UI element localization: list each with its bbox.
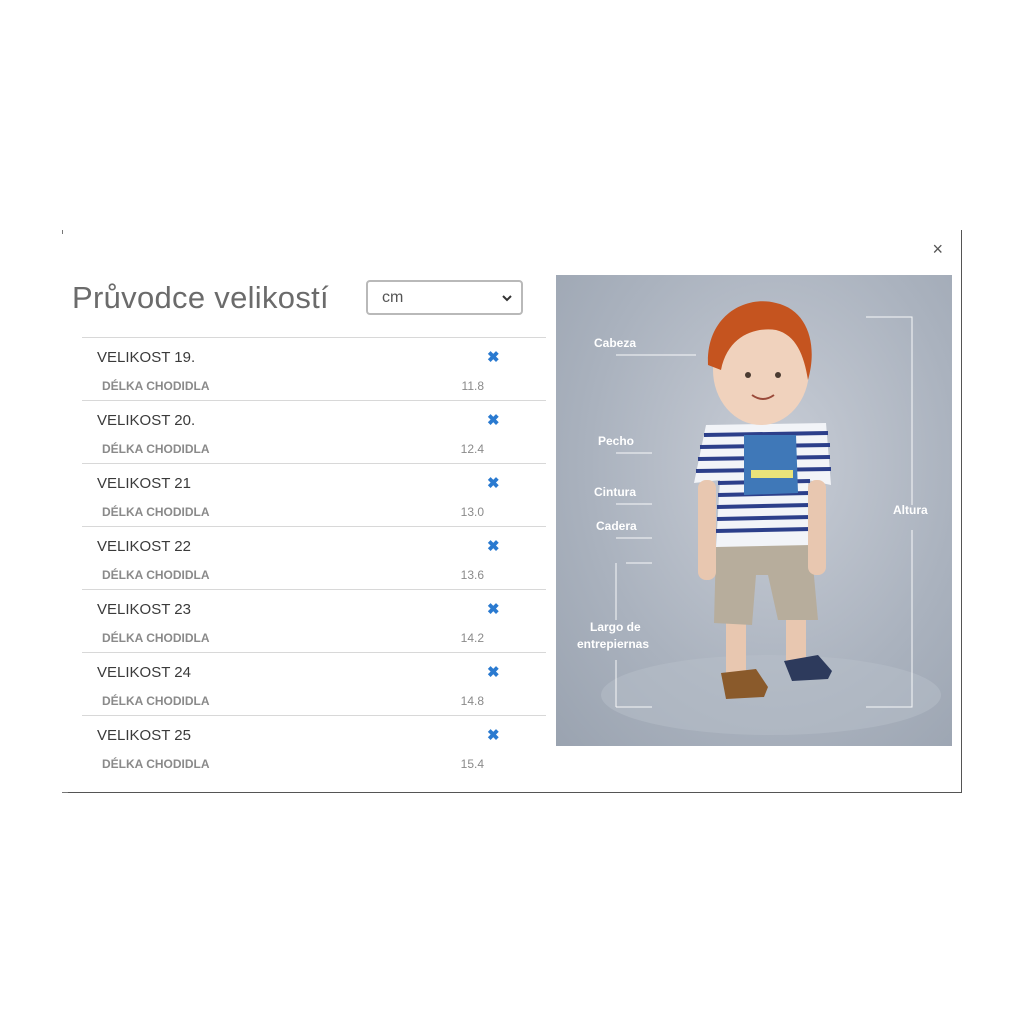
remove-icon[interactable]: ✖ (487, 413, 500, 429)
remove-icon[interactable]: ✖ (487, 602, 500, 618)
measure-value: 14.8 (460, 694, 484, 708)
size-name: VELIKOST 21 (97, 475, 191, 492)
remove-icon[interactable]: ✖ (487, 539, 500, 555)
size-row: VELIKOST 24 ✖ DÉLKA CHODIDLA 14.8 (82, 652, 546, 715)
measure-value: 12.4 (460, 442, 484, 456)
measure-value: 13.6 (460, 568, 484, 582)
measure-label: DÉLKA CHODIDLA (102, 757, 210, 771)
size-name: VELIKOST 20. (97, 412, 196, 429)
close-icon[interactable]: × (932, 240, 943, 258)
remove-icon[interactable]: ✖ (487, 350, 500, 366)
remove-icon[interactable]: ✖ (487, 728, 500, 744)
label-head: Cabeza (594, 336, 637, 350)
measure-value: 13.0 (460, 505, 484, 519)
chevron-down-icon (502, 295, 512, 302)
size-name: VELIKOST 25 (97, 727, 191, 744)
measure-label: DÉLKA CHODIDLA (102, 505, 210, 519)
size-name: VELIKOST 24 (97, 664, 191, 681)
unit-select[interactable]: cm (366, 280, 523, 315)
size-row: VELIKOST 22 ✖ DÉLKA CHODIDLA 13.6 (82, 526, 546, 589)
size-row: VELIKOST 21 ✖ DÉLKA CHODIDLA 13.0 (82, 463, 546, 526)
remove-icon[interactable]: ✖ (487, 476, 500, 492)
measure-label: DÉLKA CHODIDLA (102, 442, 210, 456)
size-row: VELIKOST 20. ✖ DÉLKA CHODIDLA 12.4 (82, 400, 546, 463)
measure-label: DÉLKA CHODIDLA (102, 568, 210, 582)
size-row: VELIKOST 23 ✖ DÉLKA CHODIDLA 14.2 (82, 589, 546, 652)
size-list: VELIKOST 19. ✖ DÉLKA CHODIDLA 11.8 VELIK… (82, 337, 546, 778)
measurement-photo: Cabeza Pecho Cintura Cadera Largo de ent… (556, 275, 952, 746)
measure-value: 14.2 (460, 631, 484, 645)
size-guide-modal: × Průvodce velikostí cm VELIKOST 19. ✖ D… (62, 230, 962, 793)
measure-label: DÉLKA CHODIDLA (102, 631, 210, 645)
remove-icon[interactable]: ✖ (487, 665, 500, 681)
size-name: VELIKOST 23 (97, 601, 191, 618)
size-name: VELIKOST 22 (97, 538, 191, 555)
measure-value: 15.4 (460, 757, 484, 771)
measure-value: 11.8 (461, 379, 484, 393)
label-chest: Pecho (598, 434, 635, 448)
size-row: VELIKOST 19. ✖ DÉLKA CHODIDLA 11.8 (82, 337, 546, 400)
label-height: Altura (893, 503, 928, 517)
label-hip: Cadera (596, 519, 637, 533)
label-waist: Cintura (594, 485, 636, 499)
measure-label: DÉLKA CHODIDLA (102, 694, 210, 708)
measure-label: DÉLKA CHODIDLA (102, 379, 210, 393)
label-inseam-2: entrepiernas (577, 637, 650, 651)
size-name: VELIKOST 19. (97, 349, 196, 366)
unit-select-value: cm (382, 289, 404, 306)
label-inseam-1: Largo de (590, 620, 641, 634)
modal-title: Průvodce velikostí (72, 280, 329, 315)
size-row: VELIKOST 25 ✖ DÉLKA CHODIDLA 15.4 (82, 715, 546, 778)
